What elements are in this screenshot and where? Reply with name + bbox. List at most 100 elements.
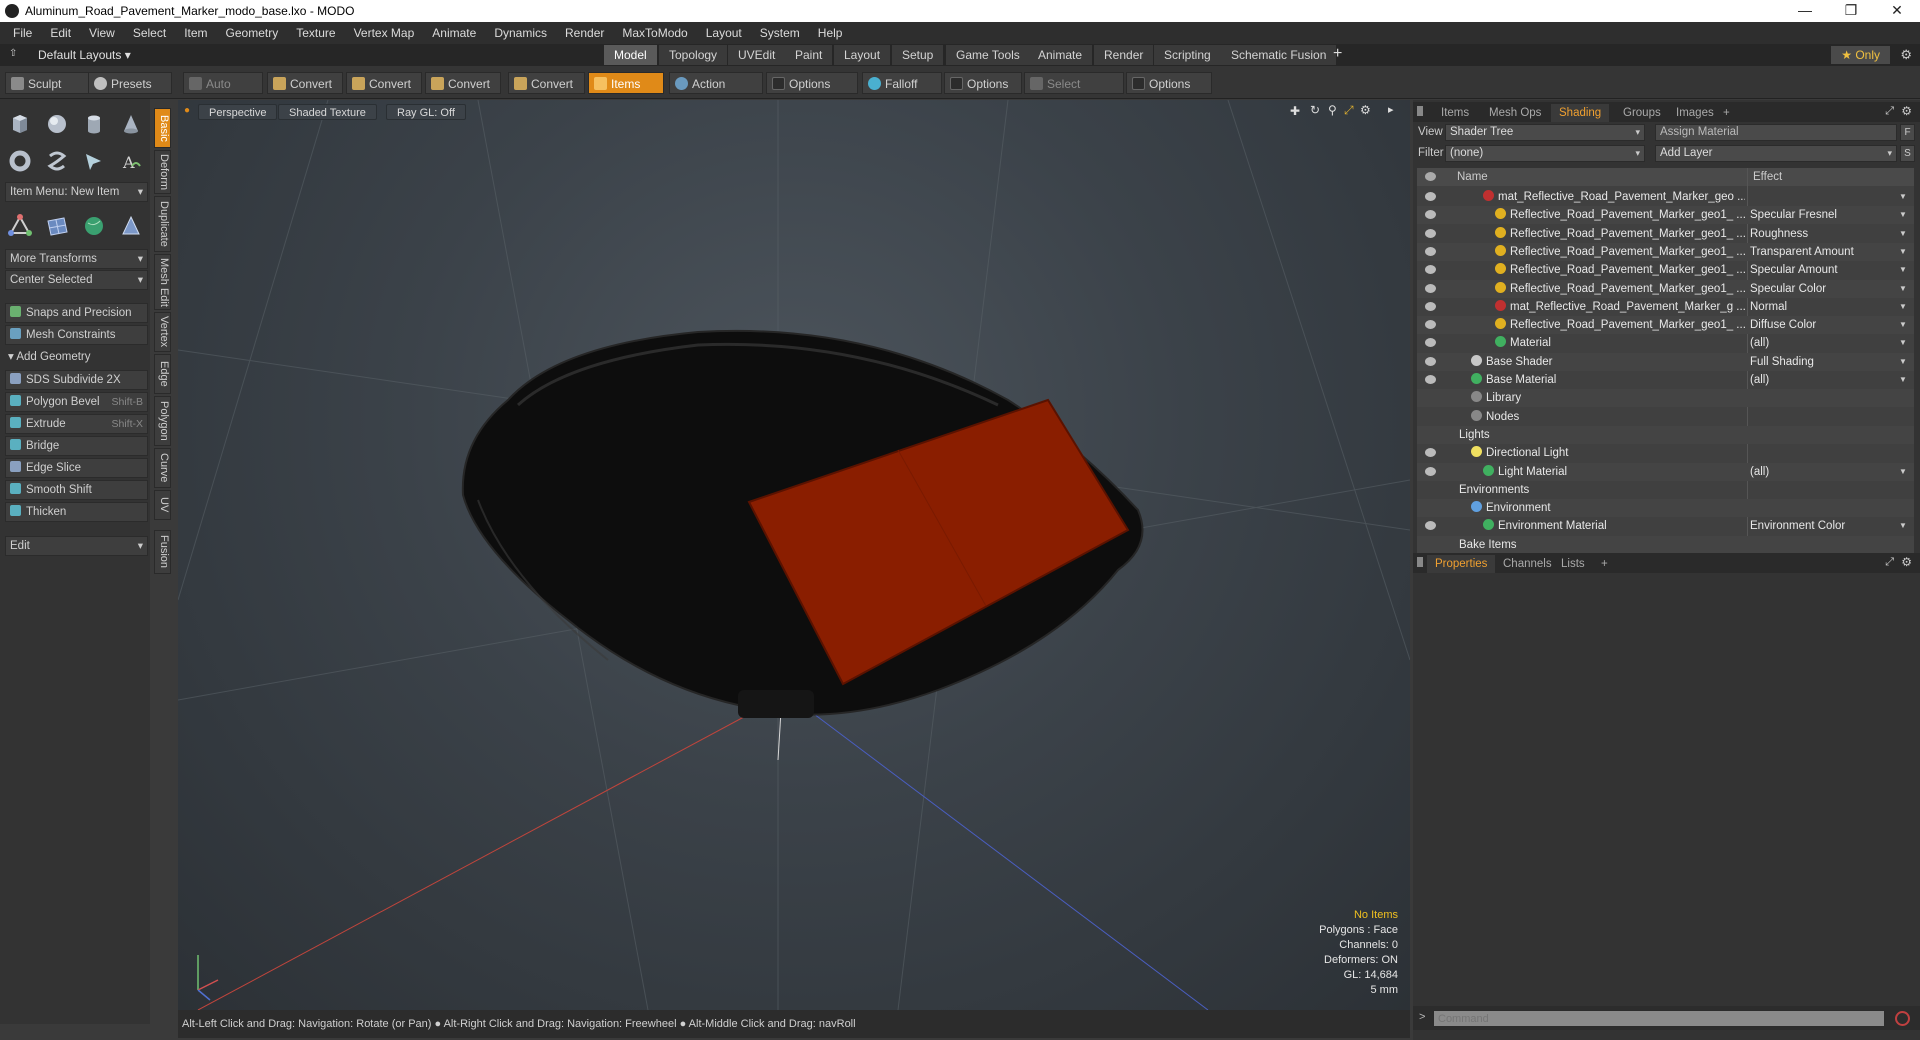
menu-vertex-map[interactable]: Vertex Map — [345, 26, 424, 40]
chevron-down-icon[interactable]: ▼ — [1899, 334, 1907, 352]
column-effect[interactable]: Effect — [1753, 168, 1782, 186]
visibility-eye-icon[interactable] — [1425, 265, 1436, 275]
effect-dropdown[interactable]: Roughness — [1750, 225, 1900, 243]
vtab-fusion[interactable]: Fusion — [154, 530, 171, 574]
add-tab-button[interactable]: + — [1333, 45, 1342, 63]
effect-dropdown[interactable]: Full Shading — [1750, 353, 1900, 371]
effect-dropdown[interactable]: (all) — [1750, 371, 1900, 389]
text-tool-icon[interactable]: A — [116, 146, 146, 176]
menu-maxtomodo[interactable]: MaxToModo — [613, 26, 696, 40]
add-lower-tab-button[interactable]: + — [1593, 555, 1616, 573]
tab-schematic-fusion[interactable]: Schematic Fusion — [1221, 45, 1338, 65]
cylinder-icon[interactable] — [79, 109, 109, 139]
visibility-eye-icon[interactable] — [1425, 301, 1436, 311]
menu-texture[interactable]: Texture — [287, 26, 344, 40]
panel-gear-icon[interactable]: ⚙ — [1901, 555, 1912, 569]
assign-f-button[interactable]: F — [1900, 124, 1915, 141]
shader-tree-row[interactable]: Reflective_Road_Pavement_Marker_geo1_ ..… — [1417, 261, 1914, 279]
menu-geometry[interactable]: Geometry — [217, 26, 288, 40]
visibility-eye-icon[interactable] — [1425, 283, 1436, 293]
convert-materials-button[interactable]: Convert — [508, 72, 585, 94]
effect-dropdown[interactable]: (all) — [1750, 334, 1900, 352]
chevron-down-icon[interactable]: ▼ — [1899, 463, 1907, 481]
visibility-eye-icon[interactable] — [1425, 466, 1436, 476]
select-through-button[interactable]: Select Through — [1024, 72, 1124, 113]
tool-extrude[interactable]: Extrude Shift-X — [5, 414, 148, 434]
tab-topology[interactable]: Topology — [659, 45, 729, 65]
tool-sds-subdivide[interactable]: SDS Subdivide 2X — [5, 370, 148, 390]
shader-tree-row[interactable]: Reflective_Road_Pavement_Marker_geo1_ ..… — [1417, 279, 1914, 298]
viewport-gear-icon[interactable]: ⚙ — [1360, 103, 1371, 117]
restore-icon[interactable]: ❐ — [1828, 0, 1874, 22]
menu-edit[interactable]: Edit — [41, 26, 80, 40]
chevron-down-icon[interactable]: ▼ — [1899, 206, 1907, 224]
menu-help[interactable]: Help — [809, 26, 852, 40]
vtab-polygon[interactable]: Polygon — [154, 396, 171, 446]
shader-tree-row[interactable]: Material (all) ▼ — [1417, 334, 1914, 352]
chevron-down-icon[interactable]: ▼ — [1899, 316, 1907, 334]
shader-tree-row[interactable]: Directional Light — [1417, 444, 1914, 462]
chevron-down-icon[interactable]: ▼ — [1899, 261, 1907, 279]
add-layer-dropdown[interactable]: Add Layer ▾ — [1655, 145, 1897, 162]
shader-tree-row[interactable]: Base Shader Full Shading ▼ — [1417, 352, 1914, 371]
vtab-basic[interactable]: Basic — [154, 108, 171, 148]
record-icon[interactable] — [1895, 1011, 1910, 1026]
pen-tool-icon[interactable] — [79, 146, 109, 176]
panel-gear-icon[interactable]: ⚙ — [1901, 104, 1912, 118]
viewport-menu-icon[interactable]: ● — [184, 105, 190, 116]
vtab-edge[interactable]: Edge — [154, 354, 171, 394]
3d-viewport[interactable]: ● Perspective Shaded Texture Ray GL: Off… — [178, 100, 1410, 1010]
convert-polygons-button[interactable]: Convert — [425, 72, 501, 94]
effect-dropdown[interactable]: Specular Amount — [1750, 261, 1900, 279]
tab-uvedit[interactable]: UVEdit — [728, 45, 787, 65]
shader-tree-row[interactable]: Bake Items — [1417, 535, 1914, 554]
shader-tree-row[interactable]: Reflective_Road_Pavement_Marker_geo1_ ..… — [1417, 242, 1914, 261]
maximize-icon[interactable]: ⤢ — [1885, 105, 1894, 118]
tab-channels[interactable]: Channels — [1495, 555, 1560, 573]
transform-gizmo-icon[interactable] — [5, 211, 35, 241]
layout-selector[interactable]: Default Layouts ▾ — [38, 48, 131, 62]
action-center-options-button[interactable]: Options — [766, 72, 858, 94]
shader-tree-row[interactable]: Reflective_Road_Pavement_Marker_geo1_ ..… — [1417, 206, 1914, 225]
chevron-down-icon[interactable]: ▼ — [1899, 280, 1907, 298]
tab-groups[interactable]: Groups — [1615, 104, 1669, 122]
panel-grip-icon[interactable] — [1417, 557, 1423, 567]
tab-images[interactable]: Images — [1668, 104, 1722, 122]
cube-icon[interactable] — [5, 109, 35, 139]
effect-dropdown[interactable]: Specular Fresnel — [1750, 206, 1900, 224]
tab-items[interactable]: Items — [1433, 104, 1477, 122]
shader-tree-row[interactable]: Library — [1417, 389, 1914, 408]
visibility-eye-icon[interactable] — [1425, 448, 1436, 458]
tab-shading[interactable]: Shading — [1551, 104, 1610, 122]
view-dropdown[interactable]: Shader Tree ▾ — [1445, 124, 1645, 141]
menu-animate[interactable]: Animate — [423, 26, 485, 40]
edit-dropdown[interactable]: Edit ▾ — [5, 536, 148, 556]
effect-dropdown[interactable]: Diffuse Color — [1750, 316, 1900, 334]
vtab-vertex[interactable]: Vertex — [154, 312, 171, 352]
chevron-down-icon[interactable]: ▼ — [1899, 243, 1907, 261]
assign-material-button[interactable]: Assign Material — [1655, 124, 1897, 141]
menu-item[interactable]: Item — [175, 26, 216, 40]
torus-icon[interactable] — [5, 146, 35, 176]
effect-dropdown[interactable]: Transparent Amount — [1750, 243, 1900, 261]
vtab-uv[interactable]: UV — [154, 490, 171, 520]
visibility-eye-icon[interactable] — [1425, 246, 1436, 256]
mesh-constraints-button[interactable]: Mesh Constraints — [5, 325, 148, 345]
shader-tree-row[interactable]: Nodes — [1417, 408, 1914, 426]
shader-tree-row[interactable]: Light Material (all) ▼ — [1417, 462, 1914, 481]
shader-tree-row[interactable]: mat_Reflective_Road_Pavement_Marker_g ..… — [1417, 298, 1914, 316]
rotate-icon[interactable]: ↻ — [1310, 103, 1320, 117]
minimize-icon[interactable]: — — [1782, 0, 1828, 22]
shading-mode-button[interactable]: Shaded Texture — [278, 104, 377, 120]
tool-polygon-bevel[interactable]: Polygon Bevel Shift-B — [5, 392, 148, 412]
filter-dropdown[interactable]: (none) ▾ — [1445, 145, 1645, 162]
shader-tree-row[interactable]: Reflective_Road_Pavement_Marker_geo1_ ..… — [1417, 316, 1914, 335]
tool-thicken[interactable]: Thicken — [5, 502, 148, 522]
shader-tree-row[interactable]: Environments — [1417, 481, 1914, 499]
tool-smooth-shift[interactable]: Smooth Shift — [5, 480, 148, 500]
visibility-eye-icon[interactable] — [1425, 320, 1436, 330]
add-geometry-section[interactable]: ▾ Add Geometry — [8, 349, 148, 363]
tool-bridge[interactable]: Bridge — [5, 436, 148, 456]
grid-mesh-icon[interactable] — [42, 211, 72, 241]
shader-tree-row[interactable]: Lights — [1417, 425, 1914, 444]
